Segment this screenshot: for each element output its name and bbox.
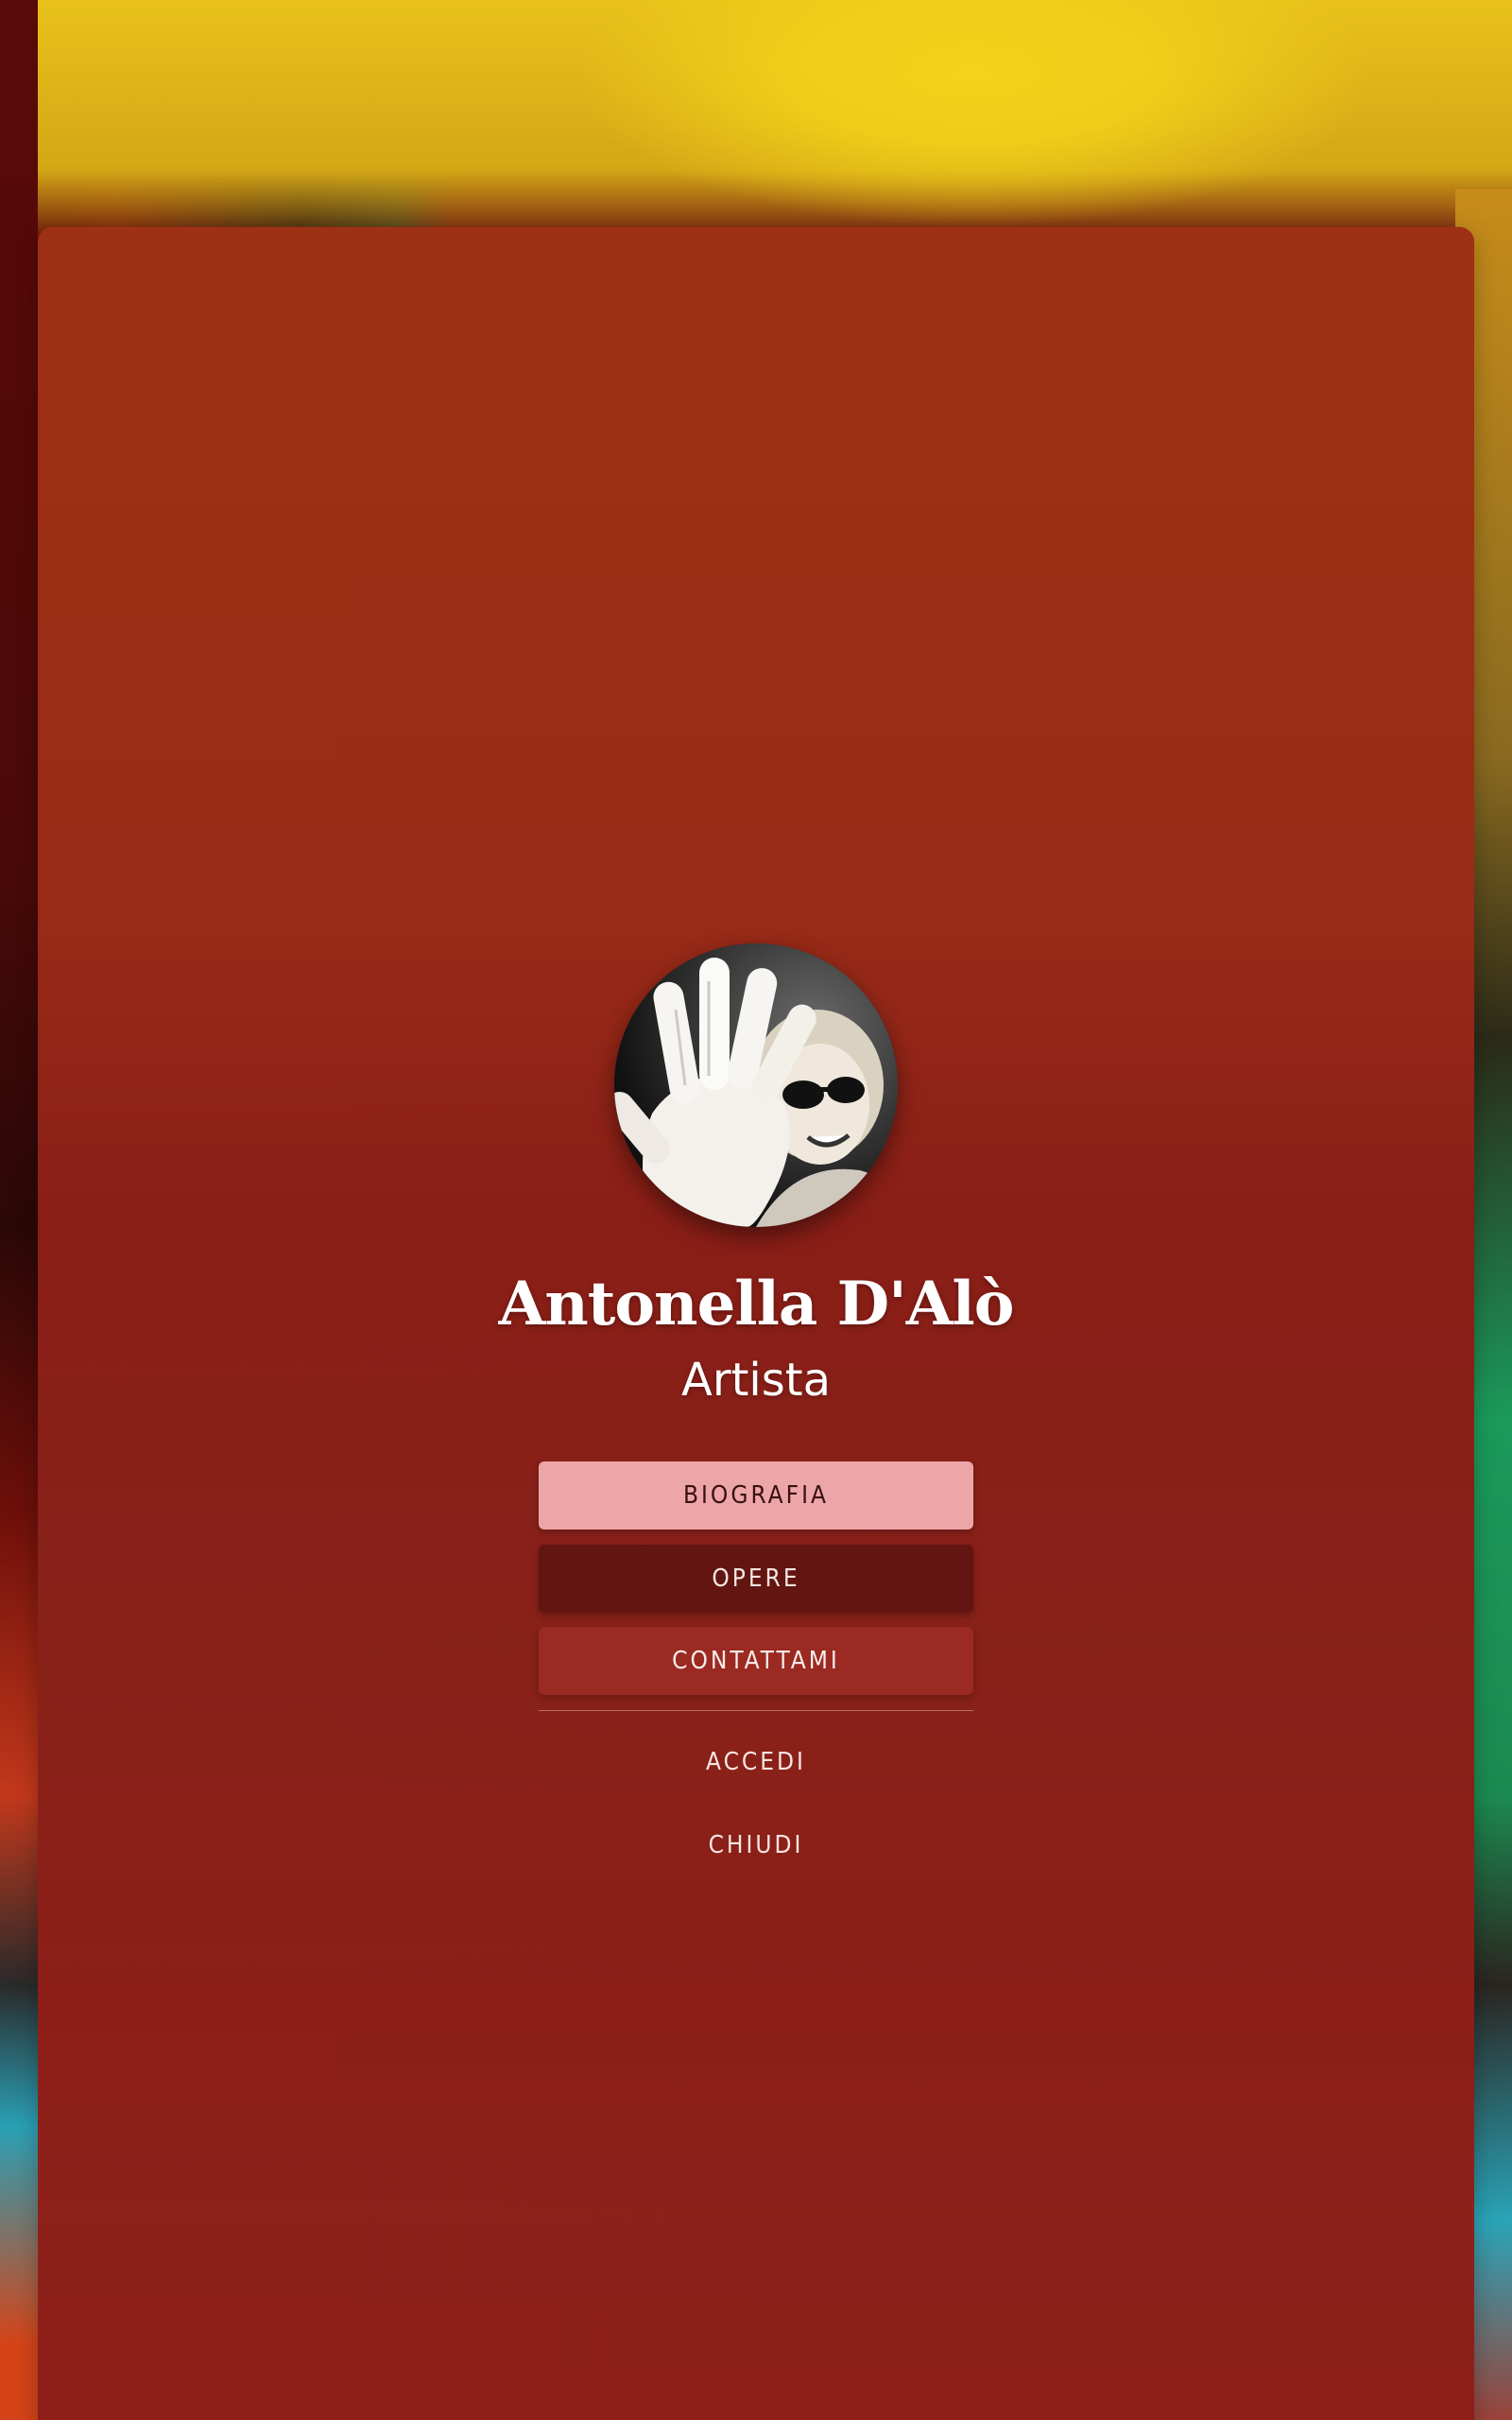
- profile-content: Antonella D'Alò Artista BIOGRAFIA OPERE …: [0, 0, 1512, 2420]
- works-button[interactable]: OPERE: [539, 1545, 973, 1613]
- contact-button[interactable]: CONTATTAMI: [539, 1627, 973, 1695]
- close-link[interactable]: CHIUDI: [539, 1817, 973, 1874]
- avatar: [614, 943, 898, 1227]
- biography-button[interactable]: BIOGRAFIA: [539, 1461, 973, 1530]
- menu-divider: [539, 1710, 973, 1711]
- avatar-photo: [614, 943, 898, 1227]
- page: Antonella D'Alò Artista BIOGRAFIA OPERE …: [0, 0, 1512, 2420]
- artist-role: Artista: [681, 1354, 831, 1407]
- artist-name: Antonella D'Alò: [498, 1269, 1015, 1340]
- login-link[interactable]: ACCEDI: [539, 1734, 973, 1790]
